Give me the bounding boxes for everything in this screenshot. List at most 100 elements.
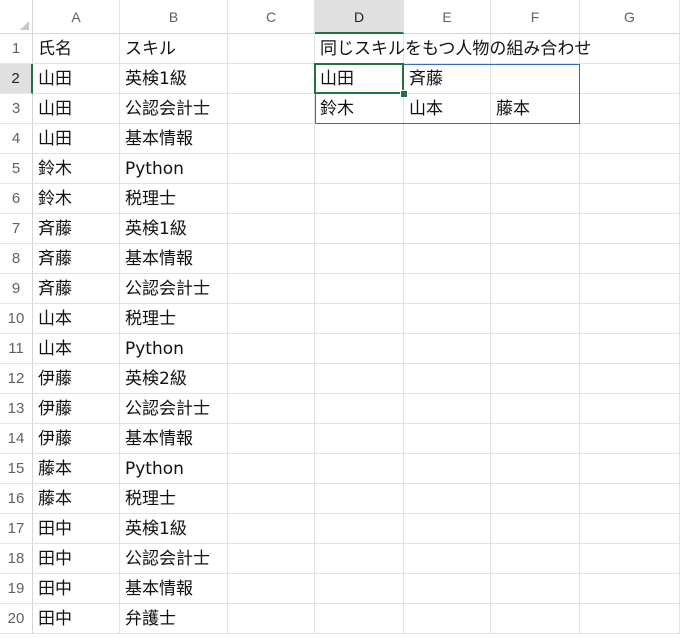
cell-g13[interactable] bbox=[580, 394, 680, 424]
cell-e14[interactable] bbox=[404, 424, 491, 454]
cell-a20[interactable]: 田中 bbox=[33, 604, 120, 634]
cell-a2[interactable]: 山田 bbox=[33, 64, 120, 94]
cell-f9[interactable] bbox=[491, 274, 580, 304]
cell-e20[interactable] bbox=[404, 604, 491, 634]
cell-g20[interactable] bbox=[580, 604, 680, 634]
cell-d14[interactable] bbox=[315, 424, 404, 454]
cell-b7[interactable]: 英検1級 bbox=[120, 214, 228, 244]
cell-e5[interactable] bbox=[404, 154, 491, 184]
cell-a10[interactable]: 山本 bbox=[33, 304, 120, 334]
cell-d9[interactable] bbox=[315, 274, 404, 304]
cell-f15[interactable] bbox=[491, 454, 580, 484]
cell-a18[interactable]: 田中 bbox=[33, 544, 120, 574]
cell-d13[interactable] bbox=[315, 394, 404, 424]
cell-c8[interactable] bbox=[228, 244, 315, 274]
cell-f10[interactable] bbox=[491, 304, 580, 334]
cell-c11[interactable] bbox=[228, 334, 315, 364]
cell-e3[interactable]: 山本 bbox=[404, 94, 491, 124]
cell-g6[interactable] bbox=[580, 184, 680, 214]
cell-f5[interactable] bbox=[491, 154, 580, 184]
cell-d3[interactable]: 鈴木 bbox=[315, 94, 404, 124]
cell-a17[interactable]: 田中 bbox=[33, 514, 120, 544]
cell-g5[interactable] bbox=[580, 154, 680, 184]
cell-d10[interactable] bbox=[315, 304, 404, 334]
row-header-3[interactable]: 3 bbox=[0, 94, 33, 124]
cell-a19[interactable]: 田中 bbox=[33, 574, 120, 604]
cell-c20[interactable] bbox=[228, 604, 315, 634]
fill-handle[interactable] bbox=[400, 90, 408, 98]
cell-d6[interactable] bbox=[315, 184, 404, 214]
cell-a15[interactable]: 藤本 bbox=[33, 454, 120, 484]
cell-c12[interactable] bbox=[228, 364, 315, 394]
row-header-2[interactable]: 2 bbox=[0, 64, 33, 94]
cell-a3[interactable]: 山田 bbox=[33, 94, 120, 124]
cell-c6[interactable] bbox=[228, 184, 315, 214]
cell-e16[interactable] bbox=[404, 484, 491, 514]
cell-f20[interactable] bbox=[491, 604, 580, 634]
cell-e4[interactable] bbox=[404, 124, 491, 154]
cell-a12[interactable]: 伊藤 bbox=[33, 364, 120, 394]
cell-g11[interactable] bbox=[580, 334, 680, 364]
cell-c3[interactable] bbox=[228, 94, 315, 124]
cell-b18[interactable]: 公認会計士 bbox=[120, 544, 228, 574]
row-header-8[interactable]: 8 bbox=[0, 244, 33, 274]
row-header-11[interactable]: 11 bbox=[0, 334, 33, 364]
cell-e12[interactable] bbox=[404, 364, 491, 394]
column-header-g[interactable]: G bbox=[580, 0, 680, 34]
cell-b5[interactable]: Python bbox=[120, 154, 228, 184]
cell-b9[interactable]: 公認会計士 bbox=[120, 274, 228, 304]
cell-b4[interactable]: 基本情報 bbox=[120, 124, 228, 154]
cell-f12[interactable] bbox=[491, 364, 580, 394]
select-all-corner[interactable] bbox=[0, 0, 33, 34]
cell-g18[interactable] bbox=[580, 544, 680, 574]
cell-b11[interactable]: Python bbox=[120, 334, 228, 364]
cell-f18[interactable] bbox=[491, 544, 580, 574]
row-header-18[interactable]: 18 bbox=[0, 544, 33, 574]
column-header-e[interactable]: E bbox=[404, 0, 491, 34]
cell-f6[interactable] bbox=[491, 184, 580, 214]
row-header-12[interactable]: 12 bbox=[0, 364, 33, 394]
cell-a7[interactable]: 斉藤 bbox=[33, 214, 120, 244]
row-header-10[interactable]: 10 bbox=[0, 304, 33, 334]
cell-c13[interactable] bbox=[228, 394, 315, 424]
cell-f17[interactable] bbox=[491, 514, 580, 544]
cell-f2[interactable] bbox=[491, 64, 580, 94]
cell-c4[interactable] bbox=[228, 124, 315, 154]
cell-a4[interactable]: 山田 bbox=[33, 124, 120, 154]
cell-c14[interactable] bbox=[228, 424, 315, 454]
cell-f7[interactable] bbox=[491, 214, 580, 244]
column-header-d[interactable]: D bbox=[315, 0, 404, 34]
cell-g19[interactable] bbox=[580, 574, 680, 604]
cell-c2[interactable] bbox=[228, 64, 315, 94]
cell-d7[interactable] bbox=[315, 214, 404, 244]
cell-e6[interactable] bbox=[404, 184, 491, 214]
cell-d2[interactable]: 山田 bbox=[315, 64, 404, 94]
cell-e18[interactable] bbox=[404, 544, 491, 574]
cell-f14[interactable] bbox=[491, 424, 580, 454]
cell-a1[interactable]: 氏名 bbox=[33, 34, 120, 64]
cell-c16[interactable] bbox=[228, 484, 315, 514]
cell-b17[interactable]: 英検1級 bbox=[120, 514, 228, 544]
cell-a8[interactable]: 斉藤 bbox=[33, 244, 120, 274]
cell-e8[interactable] bbox=[404, 244, 491, 274]
cell-b12[interactable]: 英検2級 bbox=[120, 364, 228, 394]
cell-g1[interactable] bbox=[580, 34, 680, 64]
cell-c19[interactable] bbox=[228, 574, 315, 604]
cell-a11[interactable]: 山本 bbox=[33, 334, 120, 364]
cell-a5[interactable]: 鈴木 bbox=[33, 154, 120, 184]
cell-d11[interactable] bbox=[315, 334, 404, 364]
cell-c17[interactable] bbox=[228, 514, 315, 544]
column-header-f[interactable]: F bbox=[491, 0, 580, 34]
cell-d20[interactable] bbox=[315, 604, 404, 634]
cell-e13[interactable] bbox=[404, 394, 491, 424]
cell-b2[interactable]: 英検1級 bbox=[120, 64, 228, 94]
cell-e7[interactable] bbox=[404, 214, 491, 244]
cell-a6[interactable]: 鈴木 bbox=[33, 184, 120, 214]
row-header-14[interactable]: 14 bbox=[0, 424, 33, 454]
cell-f13[interactable] bbox=[491, 394, 580, 424]
cell-g2[interactable] bbox=[580, 64, 680, 94]
cell-a9[interactable]: 斉藤 bbox=[33, 274, 120, 304]
row-header-9[interactable]: 9 bbox=[0, 274, 33, 304]
cell-c9[interactable] bbox=[228, 274, 315, 304]
cell-b10[interactable]: 税理士 bbox=[120, 304, 228, 334]
